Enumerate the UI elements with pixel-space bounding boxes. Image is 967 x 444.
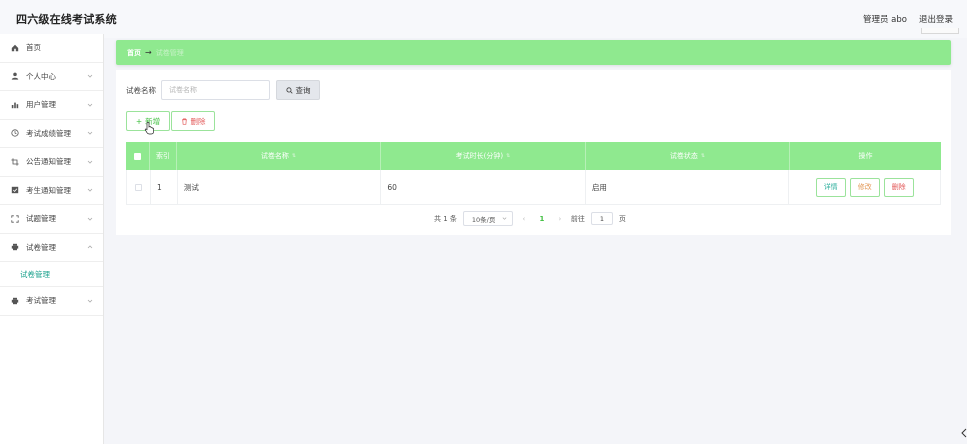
sidebar-item-papers[interactable]: 试卷管理: [0, 234, 103, 262]
logout-link[interactable]: 退出登录: [919, 13, 953, 25]
breadcrumb-current: 试卷管理: [155, 48, 184, 57]
next-page-button[interactable]: ›: [555, 215, 565, 223]
app-title: 四六级在线考试系统: [16, 13, 117, 26]
chevron-down-icon: [502, 217, 507, 220]
search-label: 试卷名称: [126, 85, 156, 95]
pagination: 共 1 条 10条/页 ‹ 1 › 前往 页: [434, 211, 626, 226]
current-user: 管理员 abo: [862, 15, 907, 25]
sidebar-item-label: 考试成绩管理: [26, 128, 71, 138]
sidebar-item-home[interactable]: 首页: [0, 34, 103, 63]
cell-name: 测试: [178, 170, 382, 204]
sidebar-item-label: 公告通知管理: [26, 157, 71, 167]
page-size-value: 10条/页: [471, 215, 496, 224]
pagination-total: 共 1 条: [434, 214, 457, 223]
hand-cursor-icon: [144, 121, 154, 135]
column-header-name[interactable]: 试卷名称 ⇅: [177, 142, 381, 170]
sidebar-item-student-notices[interactable]: 考生通知管理: [0, 177, 103, 205]
chevron-up-icon: [87, 245, 93, 249]
chevron-down-icon: [87, 299, 93, 303]
checkbox-box: [134, 152, 141, 160]
search-button[interactable]: 查询: [276, 80, 320, 100]
sort-icon: ⇅: [700, 153, 706, 159]
chevron-down-icon: [87, 217, 93, 221]
sidebar-subitem-papers[interactable]: 试卷管理: [0, 262, 103, 287]
search-input[interactable]: [161, 80, 270, 100]
sidebar-item-label: 试题管理: [26, 214, 56, 224]
breadcrumb-home[interactable]: 首页: [127, 48, 141, 58]
chevron-down-icon: [87, 103, 93, 107]
row-checkbox[interactable]: [127, 170, 151, 204]
papers-table: 索引 试卷名称 ⇅ 考试时长(分钟) ⇅ 试卷状态 ⇅ 操作 1 测试 60 启用 详…: [126, 142, 941, 205]
column-header-actions: 操作: [858, 152, 873, 160]
search-row: 试卷名称 查询: [126, 80, 320, 100]
sidebar-item-label: 考试管理: [26, 296, 56, 306]
edit-button[interactable]: 修改: [849, 177, 880, 197]
crop-icon: [10, 157, 20, 167]
cell-status: 启用: [586, 170, 790, 204]
table-row: 1 测试 60 启用 详情 修改 删除: [126, 170, 941, 205]
chart-icon: [10, 100, 20, 110]
cell-index: 1: [151, 170, 178, 204]
cell-actions: 详情 修改 删除: [789, 170, 940, 204]
chevron-down-icon: [87, 131, 93, 135]
action-row: + 新增 删除: [126, 111, 215, 131]
top-header: 四六级在线考试系统 管理员 abo 退出登录: [0, 0, 967, 38]
column-header-index: 索引: [150, 142, 177, 170]
header-right: 管理员 abo 退出登录: [863, 13, 953, 25]
printer-icon: [10, 296, 20, 306]
column-header-duration[interactable]: 考试时长(分钟) ⇅: [381, 142, 586, 170]
sidebar-item-label: 首页: [26, 43, 41, 53]
prev-page-button[interactable]: ‹: [519, 215, 529, 223]
sidebar-item-profile[interactable]: 个人中心: [0, 63, 103, 91]
content-card: 试卷名称 查询 + 新增 删除 索引 试卷名称⇅ 考试时长(分钟)⇅ 试卷状态⇅…: [116, 70, 951, 235]
delete-button-label: 删除: [190, 116, 206, 126]
chevron-down-icon: [87, 188, 93, 192]
sidebar-item-label: 考生通知管理: [26, 185, 71, 195]
select-all-checkbox[interactable]: [126, 142, 150, 170]
sidebar-item-label: 试卷管理: [26, 242, 56, 252]
page-suffix: 页: [618, 214, 626, 223]
printer-icon: [10, 242, 20, 252]
sidebar: 首页 个人中心 用户管理 考试成绩管理 公告通知管理 考生通知管理 试题管理 试…: [0, 34, 104, 444]
sidebar-item-label: 个人中心: [26, 71, 56, 81]
goto-label: 前往: [570, 214, 585, 223]
sort-icon: ⇅: [291, 153, 297, 159]
sidebar-item-exams[interactable]: 考试管理: [0, 287, 103, 316]
column-header-status[interactable]: 试卷状态 ⇅: [586, 142, 790, 170]
table-header: 索引 试卷名称 ⇅ 考试时长(分钟) ⇅ 试卷状态 ⇅ 操作: [126, 142, 941, 170]
sidebar-item-questions[interactable]: 试题管理: [0, 205, 103, 234]
search-button-label: 查询: [295, 85, 311, 95]
page-number-current[interactable]: 1: [535, 215, 549, 223]
search-icon: [285, 86, 293, 94]
cell-duration: 60: [381, 170, 586, 204]
chevron-down-icon: [87, 74, 93, 78]
sidebar-item-users[interactable]: 用户管理: [0, 91, 103, 120]
check-square-icon: [10, 185, 20, 195]
chevron-down-icon: [87, 160, 93, 164]
trash-icon: [181, 117, 187, 125]
detail-button[interactable]: 详情: [815, 177, 846, 197]
breadcrumb: 首页 → 试卷管理: [116, 40, 951, 65]
checkbox-box: [134, 183, 142, 191]
expand-icon: [10, 214, 20, 224]
user-icon: [10, 71, 20, 81]
corner-box: [921, 28, 959, 34]
page-size-select[interactable]: 10条/页: [462, 211, 513, 226]
sort-icon: ⇅: [506, 153, 511, 159]
breadcrumb-arrow: →: [145, 48, 152, 57]
goto-page-input[interactable]: [590, 212, 613, 225]
sidebar-item-label: 用户管理: [26, 100, 56, 110]
chevron-left-icon[interactable]: [961, 428, 967, 438]
plus-icon: +: [135, 116, 143, 126]
sidebar-item-notices[interactable]: 公告通知管理: [0, 148, 103, 177]
delete-button[interactable]: 删除: [171, 111, 215, 131]
sidebar-item-scores[interactable]: 考试成绩管理: [0, 120, 103, 148]
clock-icon: [10, 128, 20, 138]
home-icon: [10, 43, 20, 53]
row-delete-button[interactable]: 删除: [883, 177, 914, 197]
